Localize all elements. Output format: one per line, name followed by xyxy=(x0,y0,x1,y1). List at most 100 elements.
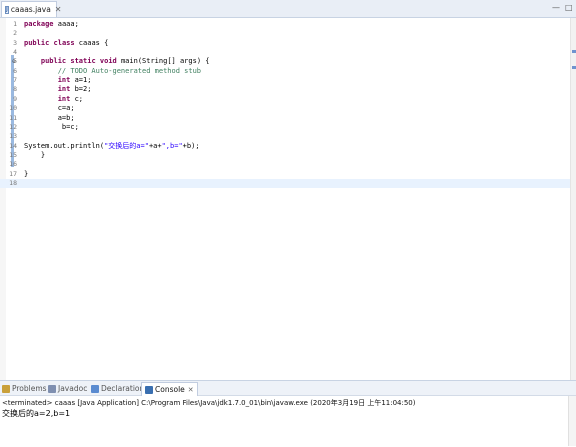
code-token: } xyxy=(24,169,29,178)
code-line[interactable]: 8 int b=2; xyxy=(0,85,570,94)
editor-tab-label: caaas.java xyxy=(10,5,51,14)
code-line[interactable]: 18 xyxy=(0,178,570,188)
panel-tab-bar: Problems Javadoc Declaration Console ✕ xyxy=(0,381,576,396)
line-number: 2 xyxy=(13,29,17,38)
code-token: main(String[] args) { xyxy=(116,57,210,66)
line-number: 17 xyxy=(9,169,17,178)
code-line[interactable]: 6 // TODO Auto-generated method stub xyxy=(0,67,570,76)
code-text: } xyxy=(24,170,28,179)
code-line[interactable]: 7 int a=1; xyxy=(0,76,570,85)
line-number: 15 xyxy=(9,150,17,159)
overview-ruler[interactable] xyxy=(570,18,576,380)
keyword-token: int xyxy=(57,94,71,103)
line-number: 4 xyxy=(13,48,17,57)
close-icon[interactable]: ✕ xyxy=(188,386,194,394)
panel-tab-label: Problems xyxy=(12,384,47,393)
code-line[interactable]: 13 xyxy=(0,132,570,141)
code-line[interactable]: 10 c=a; xyxy=(0,104,570,113)
code-token: } xyxy=(24,150,46,159)
code-text: } xyxy=(24,151,45,160)
tab-declaration[interactable]: Declaration xyxy=(91,382,144,395)
line-number: 6 xyxy=(13,66,17,75)
code-token: b=2; xyxy=(70,85,92,94)
console-icon xyxy=(145,385,153,394)
code-text: public class caaas { xyxy=(24,39,108,48)
editor-tab-bar: J caaas.java ✕ — □ xyxy=(0,0,576,18)
code-text: // TODO Auto-generated method stub xyxy=(24,67,201,76)
tab-problems[interactable]: Problems xyxy=(2,382,47,395)
line-number: 1 xyxy=(13,20,17,28)
minimize-icon[interactable]: — xyxy=(552,3,560,12)
code-line[interactable]: 5 ⊖ public static void main(String[] args… xyxy=(0,57,570,66)
code-token: +b); xyxy=(182,141,200,150)
line-number: 9 xyxy=(13,94,17,103)
overview-marker[interactable] xyxy=(572,50,576,53)
line-number: 3 xyxy=(13,38,17,47)
line-number: 8 xyxy=(13,85,17,94)
code-text: package aaaa; xyxy=(24,20,79,29)
overview-marker[interactable] xyxy=(572,66,576,69)
code-token: c; xyxy=(70,94,84,103)
keyword-token: void xyxy=(99,57,117,66)
code-token: +a+ xyxy=(148,141,162,150)
line-number: 10 xyxy=(9,104,17,113)
panel-tab-label: Console xyxy=(155,385,185,394)
code-line[interactable]: 17} xyxy=(0,170,570,179)
string-token: ",b=" xyxy=(161,141,183,150)
line-number: 7 xyxy=(13,76,17,85)
tab-javadoc[interactable]: Javadoc xyxy=(48,382,87,395)
code-line[interactable]: 2 xyxy=(0,29,570,38)
code-line[interactable]: 16 xyxy=(0,160,570,169)
line-number: 14 xyxy=(9,141,17,150)
code-line[interactable]: 4 xyxy=(0,48,570,57)
code-line[interactable]: 15 } xyxy=(0,151,570,160)
line-number: 16 xyxy=(9,160,17,169)
keyword-token: int xyxy=(57,76,71,85)
code-text: public static void main(String[] args) { xyxy=(24,57,210,66)
close-icon[interactable]: ✕ xyxy=(55,5,62,14)
code-token: caaas { xyxy=(74,38,109,47)
keyword-token: public xyxy=(24,38,50,47)
code-text: b=c; xyxy=(24,123,79,132)
code-line[interactable]: 12 b=c; xyxy=(0,123,570,132)
code-token: c=a; xyxy=(24,104,75,113)
tab-console[interactable]: Console ✕ xyxy=(141,382,198,396)
code-line[interactable]: 14 System.out.println("交换后的a="+a+",b="+b)… xyxy=(0,142,570,151)
code-line[interactable]: 1 package aaaa; xyxy=(0,20,570,29)
code-text: c=a; xyxy=(24,104,75,113)
code-line[interactable]: 11 a=b; xyxy=(0,114,570,123)
panel-tab-label: Javadoc xyxy=(58,384,88,393)
code-text: int c; xyxy=(24,95,83,104)
fold-toggle-icon[interactable]: ⊖ xyxy=(12,57,16,66)
keyword-token: static xyxy=(70,57,96,66)
java-file-icon: J xyxy=(5,5,9,14)
console-output[interactable]: 交换后的a=2,b=1 xyxy=(2,408,70,419)
problems-icon xyxy=(2,384,10,393)
code-token: b=c; xyxy=(24,122,79,131)
javadoc-icon xyxy=(48,384,56,393)
line-number: 13 xyxy=(9,132,17,141)
panel-tab-label: Declaration xyxy=(101,384,145,393)
code-token: System.out.println( xyxy=(24,141,105,150)
keyword-token: class xyxy=(53,38,75,47)
console-status: <terminated> caaas [Java Application] C:… xyxy=(2,399,416,407)
code-editor[interactable]: 1 package aaaa; 2 3 public class caaas { 4 5 ⊖ … xyxy=(0,18,570,380)
string-token: "交换后的a=" xyxy=(104,141,149,150)
code-token: a=1; xyxy=(70,76,92,85)
line-number: 11 xyxy=(9,113,17,122)
console-scrollbar[interactable] xyxy=(568,396,576,446)
editor-tab-caaas[interactable]: J caaas.java ✕ xyxy=(1,1,62,17)
declaration-icon xyxy=(91,384,99,393)
comment-token: // TODO Auto-generated method stub xyxy=(24,66,202,75)
line-number: 18 xyxy=(9,178,17,187)
code-text: int b=2; xyxy=(24,85,92,94)
maximize-icon[interactable]: □ xyxy=(565,3,573,12)
code-line[interactable]: 9 int c; xyxy=(0,95,570,104)
code-line[interactable]: 3 public class caaas { xyxy=(0,39,570,48)
keyword-token: public xyxy=(40,57,67,66)
line-number: 12 xyxy=(9,122,17,131)
keyword-token: int xyxy=(57,85,71,94)
